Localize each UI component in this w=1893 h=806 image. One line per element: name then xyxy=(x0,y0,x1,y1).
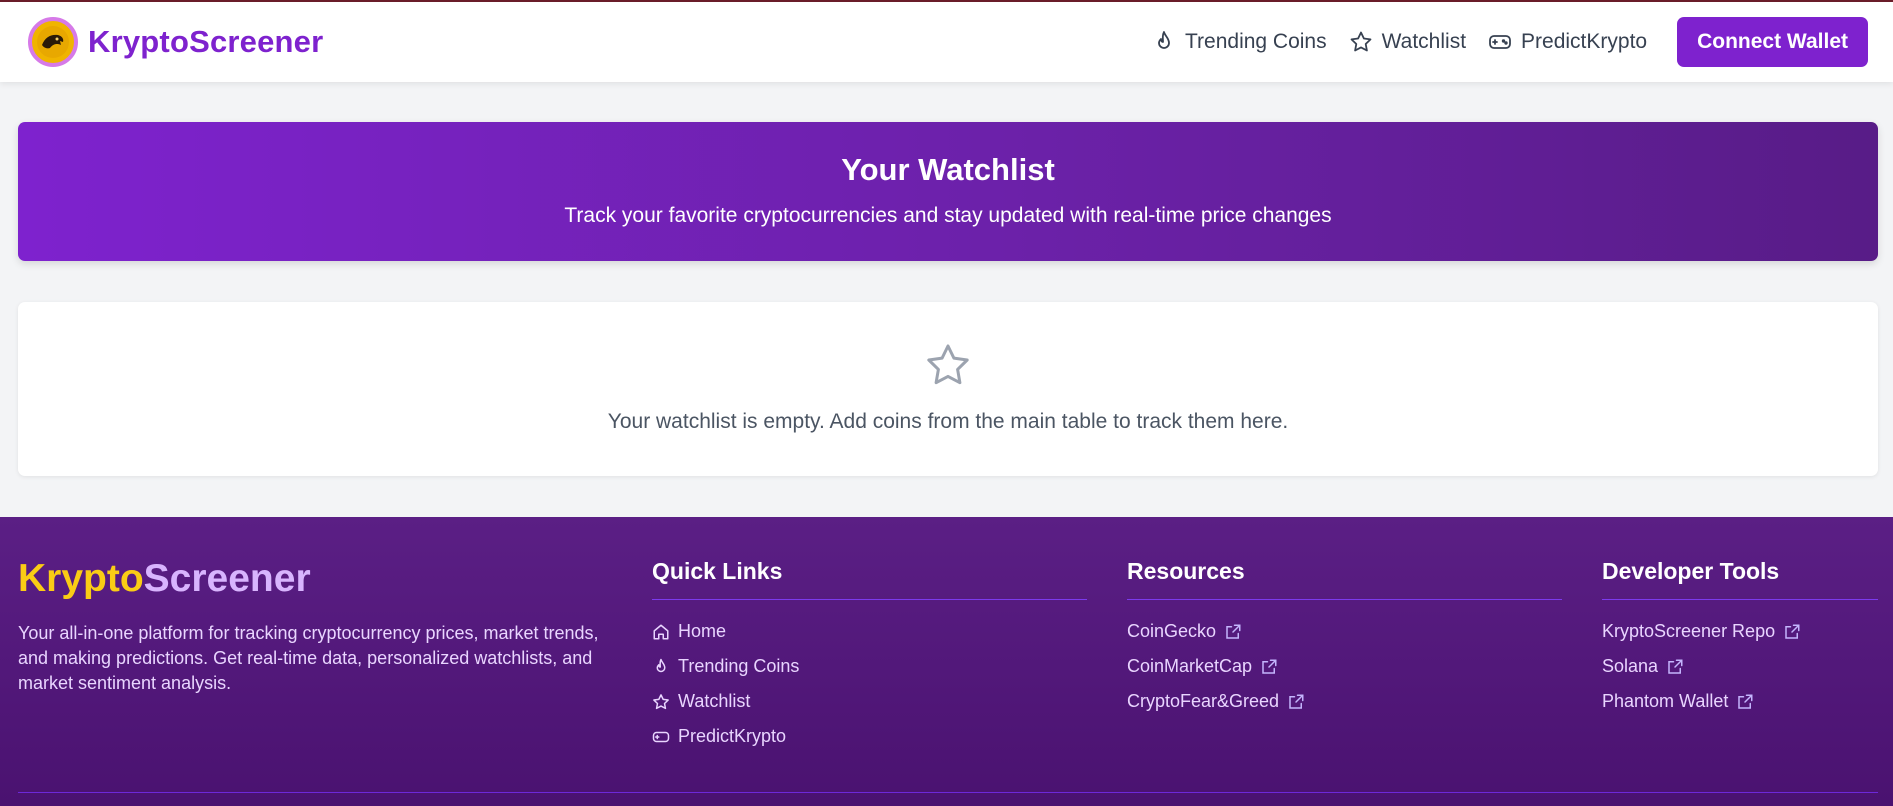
external-link-icon xyxy=(1738,694,1753,709)
watchlist-hero-banner: Your Watchlist Track your favorite crypt… xyxy=(18,122,1878,261)
external-link-icon xyxy=(1668,659,1683,674)
footer-divider xyxy=(18,792,1878,793)
footer-link-home[interactable]: Home xyxy=(652,614,1087,649)
main-nav: Trending Coins Watchlist PredictKrypto C… xyxy=(1130,17,1868,67)
external-link-icon xyxy=(1289,694,1304,709)
external-link-icon xyxy=(1262,659,1277,674)
connect-wallet-button[interactable]: Connect Wallet xyxy=(1677,17,1868,67)
nav-watchlist[interactable]: Watchlist xyxy=(1349,30,1466,54)
external-link-icon xyxy=(1226,624,1241,639)
top-navbar: KryptoScreener Trending Coins Watchlist … xyxy=(0,2,1893,82)
star-outline-icon xyxy=(927,344,969,385)
footer-link-label: Phantom Wallet xyxy=(1602,691,1729,711)
footer-link-label: Watchlist xyxy=(678,691,751,711)
footer-description: Your all-in-one platform for tracking cr… xyxy=(18,623,599,693)
brand-name: KryptoScreener xyxy=(88,24,324,59)
nav-predict-label: PredictKrypto xyxy=(1521,30,1648,53)
star-icon xyxy=(1350,31,1372,52)
footer-link-label: Trending Coins xyxy=(678,656,800,676)
footer-link-watchlist[interactable]: Watchlist xyxy=(652,684,1087,719)
footer-brand-part1: Krypto xyxy=(18,557,144,600)
star-icon xyxy=(653,693,669,709)
footer-brand[interactable]: KryptoScreener xyxy=(18,557,311,601)
footer-link-predictkrypto[interactable]: PredictKrypto xyxy=(652,719,1087,754)
developer-tools-title: Developer Tools xyxy=(1602,558,1878,600)
footer-link-label: Home xyxy=(678,621,727,641)
footer-link-label: KryptoScreener Repo xyxy=(1602,621,1776,641)
gamepad-icon xyxy=(652,731,670,742)
footer-brand-part2: Screener xyxy=(143,557,311,600)
empty-message: Your watchlist is empty. Add coins from … xyxy=(607,410,1289,433)
logo-icon xyxy=(28,17,78,67)
quick-links-column: Quick Links Home Trending Coins Watchlis… xyxy=(652,558,1087,754)
footer-link-coingecko[interactable]: CoinGecko xyxy=(1127,614,1562,649)
page-subtitle: Track your favorite cryptocurrencies and… xyxy=(564,204,1332,227)
resources-column: Resources CoinGecko CoinMarketCap Crypto… xyxy=(1127,558,1562,719)
gamepad-icon xyxy=(1489,35,1511,49)
empty-watchlist-card: Your watchlist is empty. Add coins from … xyxy=(18,302,1878,476)
home-icon xyxy=(653,624,669,639)
developer-tools-column: Developer Tools KryptoScreener Repo Sola… xyxy=(1602,558,1878,719)
quick-links-title: Quick Links xyxy=(652,558,1087,600)
footer-link-label: CryptoFear&Greed xyxy=(1127,691,1280,711)
footer-link-label: Solana xyxy=(1602,656,1659,676)
nav-predictkrypto[interactable]: PredictKrypto xyxy=(1488,30,1647,54)
page-title: Your Watchlist xyxy=(841,152,1055,187)
resources-title: Resources xyxy=(1127,558,1562,600)
footer-link-phantom-wallet[interactable]: Phantom Wallet xyxy=(1602,684,1878,719)
brand[interactable]: KryptoScreener xyxy=(28,17,323,67)
footer-link-label: CoinGecko xyxy=(1127,621,1217,641)
footer-link-kryptoscreener-repo[interactable]: KryptoScreener Repo xyxy=(1602,614,1878,649)
nav-watchlist-label: Watchlist xyxy=(1381,30,1467,53)
footer-link-trending[interactable]: Trending Coins xyxy=(652,649,1087,684)
nav-trending-coins[interactable]: Trending Coins xyxy=(1152,30,1327,54)
footer-link-label: PredictKrypto xyxy=(678,726,787,746)
flame-icon xyxy=(656,658,666,672)
footer-link-solana[interactable]: Solana xyxy=(1602,649,1878,684)
footer-link-coinmarketcap[interactable]: CoinMarketCap xyxy=(1127,649,1562,684)
footer-link-cryptofeargreed[interactable]: CryptoFear&Greed xyxy=(1127,684,1562,719)
external-link-icon xyxy=(1785,624,1800,639)
footer: KryptoScreener Your all-in-one platform … xyxy=(0,517,1893,806)
nav-trending-label: Trending Coins xyxy=(1184,30,1327,53)
flame-icon xyxy=(1158,31,1170,49)
footer-link-label: CoinMarketCap xyxy=(1127,656,1253,676)
